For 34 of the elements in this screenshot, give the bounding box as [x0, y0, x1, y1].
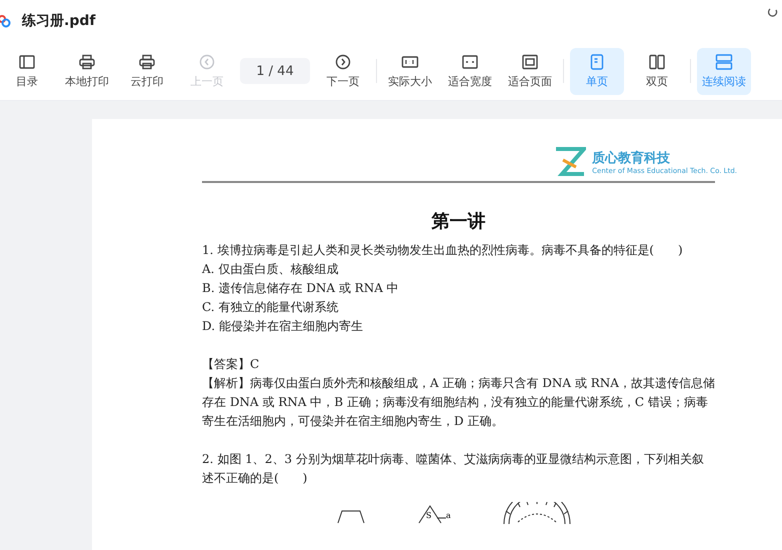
option-text: C. 有独立的能量代谢系统 — [202, 299, 340, 316]
toolbar-button[interactable]: 双页 — [630, 48, 684, 94]
fit-width-icon — [461, 54, 479, 70]
app-logo-icon — [0, 14, 12, 28]
toolbar-button[interactable]: 适合页面 — [503, 48, 557, 94]
printer-icon — [78, 54, 96, 70]
option-text: B. 遗传信息储存在 DNA 或 RNA 中 — [202, 280, 400, 297]
toolbar-button[interactable]: 适合宽度 — [443, 48, 497, 94]
chevron-left-icon — [198, 54, 216, 70]
phage-drawing: S a — [418, 504, 452, 524]
double-page-icon — [648, 54, 666, 70]
toolbar-button[interactable]: 云打印 — [120, 48, 174, 94]
answer-text: 【答案】C — [202, 356, 260, 373]
option-text: D. 能侵染并在宿主细胞内寄生 — [202, 318, 364, 335]
window-title: 练习册.pdf — [22, 12, 96, 30]
printer-icon — [138, 54, 156, 70]
toolbar-button[interactable]: 目录 — [0, 48, 54, 94]
chevron-right-icon — [334, 54, 352, 70]
page-number-field[interactable]: 1 / 44 — [240, 58, 310, 84]
continuous-pages-icon — [715, 54, 733, 70]
question-text: 2. 如图 1、2、3 分别为烟草花叶病毒、噬菌体、艾滋病病毒的亚显微结构示意图，下列相关叙述不正确的是( ) — [202, 451, 705, 487]
lecture-title: 第一讲 — [430, 210, 486, 233]
company-name: 质心教育科技 — [592, 150, 672, 167]
company-logo-icon — [554, 147, 586, 177]
sidebar-panel-icon — [18, 54, 36, 70]
actual-size-icon — [401, 54, 419, 70]
explanation-text: 【解析】病毒仅由蛋白质外壳和核酸组成，A 正确；病毒只含有 DNA 或 RNA，故其遗传信息储存在 DNA 或 RNA 中，B 正确；病毒没有细胞结构，没有独立的能量代谢系统，C 错误；病毒寄生在活细胞内，可侵染并在宿主细胞内寄生，D 正确。 — [202, 375, 715, 430]
question-text: 1. 埃博拉病毒是引起人类和灵长类动物发生出血热的烈性病毒。病毒不具备的特征是( ) — [202, 242, 684, 259]
toolbar-button[interactable]: 实际大小 — [383, 48, 437, 94]
option-text: A. 仅由蛋白质、核酸组成 — [202, 261, 340, 278]
fit-page-icon — [521, 54, 539, 70]
toolbar-button[interactable]: 下一页 — [316, 48, 370, 94]
single-page-icon — [588, 54, 606, 70]
toolbar-button[interactable]: 本地打印 — [60, 48, 114, 94]
